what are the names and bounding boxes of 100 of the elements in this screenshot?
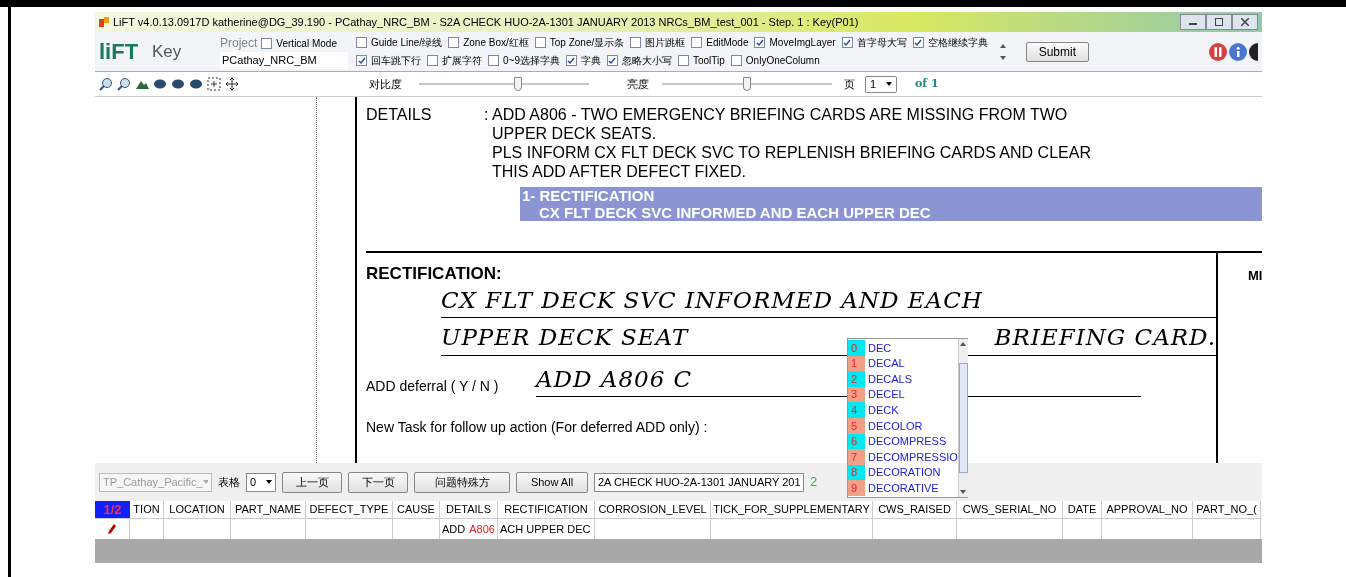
scroll-down-icon[interactable] bbox=[960, 490, 967, 494]
oval-icon[interactable] bbox=[153, 77, 167, 91]
back-icon[interactable] bbox=[1249, 42, 1258, 61]
slider-thumb[interactable] bbox=[513, 77, 522, 91]
dictionary-item[interactable]: 8 DECORATION bbox=[848, 464, 958, 481]
page-select[interactable]: 1 bbox=[865, 75, 897, 93]
column-header: CWS_SERIAL_NO bbox=[957, 501, 1063, 518]
scroll-up-icon[interactable] bbox=[999, 43, 1006, 48]
dictionary-word: DECOMPRESS bbox=[867, 434, 947, 450]
column-header: APPROVAL_NO bbox=[1102, 501, 1193, 518]
dictionary-item[interactable]: 2 DECALS bbox=[848, 371, 958, 387]
dictionary-item[interactable]: 5 DECOLOR bbox=[848, 417, 958, 434]
table-select[interactable]: 0 bbox=[246, 472, 276, 492]
submit-button[interactable]: Submit bbox=[1025, 41, 1089, 62]
column-header: RECTIFICATION bbox=[498, 501, 595, 518]
checkbox[interactable] bbox=[261, 37, 273, 49]
checkbox-label: 字典 bbox=[580, 54, 601, 68]
oval-icon[interactable] bbox=[189, 77, 203, 91]
checkbox-label: Guide Line/绿线 bbox=[371, 36, 443, 50]
checkbox-label: 0~9选择字典 bbox=[503, 54, 560, 68]
checkbox[interactable] bbox=[534, 37, 546, 48]
slider-thumb[interactable] bbox=[743, 77, 751, 91]
deferral-label: ADD deferral ( Y / N ) bbox=[366, 377, 500, 396]
contrast-slider[interactable] bbox=[419, 77, 589, 91]
page-indicator: 1/2 bbox=[95, 501, 130, 518]
checkbox-label: Vertical Mode bbox=[276, 36, 337, 51]
checkbox[interactable] bbox=[912, 37, 924, 48]
toolbar-button[interactable]: 下一页 bbox=[348, 471, 408, 493]
checkbox[interactable] bbox=[730, 55, 742, 66]
dictionary-item[interactable]: 0 DEC bbox=[848, 340, 958, 356]
toolbar-button[interactable]: 上一页 bbox=[282, 471, 342, 493]
pause-icon[interactable] bbox=[1209, 42, 1227, 61]
brightness-label: 亮度 bbox=[627, 76, 650, 92]
column-header: CORROSION_LEVEL bbox=[595, 501, 711, 518]
column-header: PART_NAME bbox=[231, 501, 306, 518]
zoom-out-icon[interactable] bbox=[117, 77, 131, 91]
checkbox-label: 图片跳框 bbox=[645, 36, 686, 50]
dropdown-icon bbox=[202, 480, 208, 484]
checkbox[interactable] bbox=[356, 55, 367, 66]
column-header: TION bbox=[130, 501, 164, 518]
marked-text: A806 bbox=[469, 521, 495, 537]
scroll-down-icon[interactable] bbox=[999, 55, 1006, 60]
checkbox[interactable] bbox=[427, 55, 438, 66]
page-count: of 1 bbox=[915, 75, 939, 92]
dictionary-item[interactable]: 9 DECORATIVE bbox=[848, 480, 958, 496]
project-label: Project bbox=[220, 35, 258, 53]
toolbar-button[interactable]: 问题特殊方 bbox=[414, 471, 510, 493]
handwriting: BRIEFING CARD. bbox=[994, 323, 1216, 352]
highlight-text: 1- RECTIFICATION bbox=[522, 187, 656, 204]
dictionary-item[interactable]: 6 DECOMPRESS bbox=[848, 433, 958, 450]
oval-icon[interactable] bbox=[171, 77, 185, 91]
minimize-button[interactable] bbox=[1180, 14, 1206, 30]
checkbox-label: OnlyOneColumn bbox=[745, 54, 820, 68]
table-label: 表格 bbox=[218, 474, 240, 490]
dictionary-word: DEC bbox=[867, 340, 892, 356]
scroll-up-icon[interactable] bbox=[960, 342, 967, 346]
contrast-label: 对比度 bbox=[369, 76, 403, 92]
checkbox[interactable] bbox=[691, 37, 703, 48]
index-tag: 4 bbox=[848, 402, 865, 418]
index-tag: 2 bbox=[848, 371, 865, 387]
index-tag: 0 bbox=[848, 340, 865, 356]
dictionary-item[interactable]: 4 DECK bbox=[848, 402, 958, 418]
document-select[interactable]: 2A CHECK HUO-2A-1301 JANUARY 201 bbox=[594, 472, 804, 492]
column-header: PART_NO_( bbox=[1193, 501, 1261, 518]
maximize-icon bbox=[1215, 18, 1223, 26]
checkbox[interactable] bbox=[448, 37, 460, 48]
close-button[interactable] bbox=[1232, 14, 1258, 30]
dictionary-item[interactable]: 7 DECOMPRESSIO bbox=[848, 449, 958, 465]
info-icon[interactable] bbox=[1229, 42, 1247, 61]
checkbox[interactable] bbox=[565, 55, 577, 66]
checkbox[interactable] bbox=[606, 55, 618, 66]
page-label: 页 bbox=[844, 76, 855, 92]
checkbox[interactable] bbox=[356, 37, 367, 48]
details-text: PLS INFORM CX FLT DECK SVC TO REPLENISH BRIEFING CARDS AND CLEAR bbox=[491, 143, 1091, 162]
zoom-in-icon[interactable] bbox=[99, 77, 113, 91]
project-field[interactable]: PCathay_NRC_BM bbox=[220, 52, 348, 69]
checkbox[interactable] bbox=[841, 37, 853, 48]
mode-label: Key bbox=[152, 40, 183, 63]
checkbox[interactable] bbox=[754, 37, 766, 48]
brightness-slider[interactable] bbox=[662, 77, 832, 91]
column-header: DEFECT_TYPE bbox=[306, 501, 393, 518]
move-icon[interactable] bbox=[225, 77, 239, 91]
index-tag: 9 bbox=[848, 480, 865, 496]
checkbox-label: Zone Box/红框 bbox=[463, 36, 529, 50]
checkbox-label: 忽略大小写 bbox=[621, 54, 672, 68]
count-label: 2 bbox=[810, 473, 818, 492]
checkbox-label: 回车跳下行 bbox=[371, 54, 421, 68]
scrollbar[interactable] bbox=[957, 339, 968, 497]
maximize-button[interactable] bbox=[1206, 14, 1232, 30]
checkbox-label: Top Zone/显示条 bbox=[549, 36, 625, 50]
checkbox-label: EditMode bbox=[706, 36, 749, 50]
window-title: LiFT v4.0.13.0917D katherine@DG_39.190 - PCathay_NRC_BM - S2A CHECK HUO-2A-1301 JANUARY 2013 NRCs_BM_test_001 - Step. 1 : Key(P01) bbox=[113, 14, 860, 30]
details-text: : ADD A806 - TWO EMERGENCY BRIEFING CARDS ARE MISSING FROM TWO bbox=[484, 105, 1069, 124]
details-text: UPPER DECK SEATS. bbox=[491, 124, 658, 143]
column-header: CAUSE bbox=[393, 501, 440, 518]
checkbox[interactable] bbox=[677, 55, 689, 66]
checkbox[interactable] bbox=[630, 37, 642, 48]
checkbox[interactable] bbox=[488, 55, 499, 66]
pencil-icon[interactable] bbox=[108, 524, 116, 534]
toolbar-button[interactable]: Show All bbox=[516, 471, 588, 493]
